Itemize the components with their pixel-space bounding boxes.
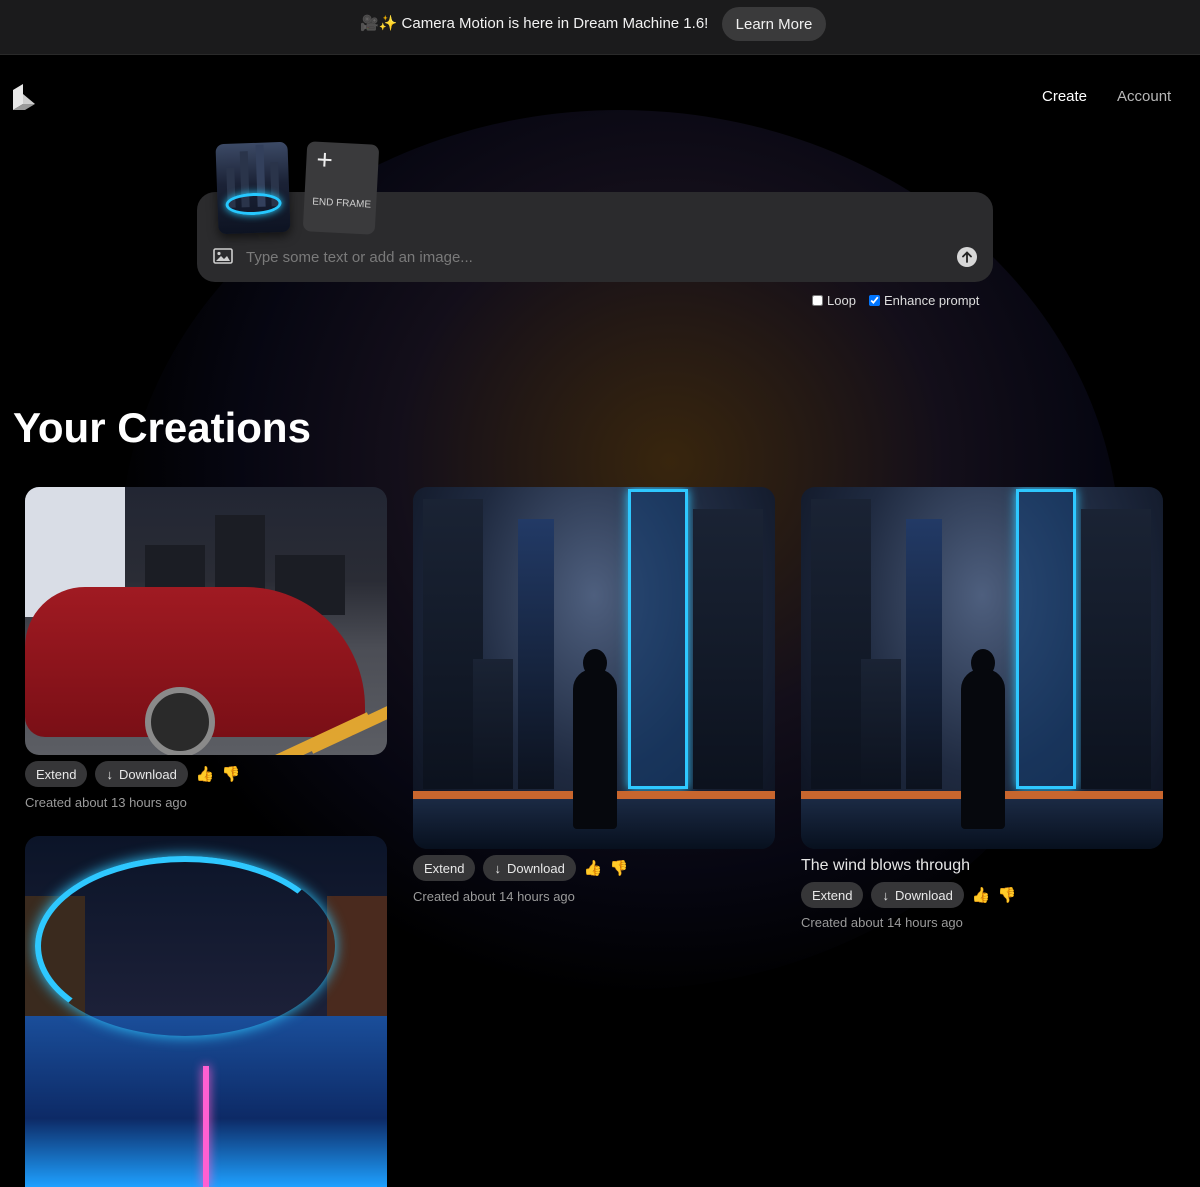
- end-frame-label: END FRAME: [311, 196, 372, 211]
- extend-button[interactable]: Extend: [25, 761, 88, 787]
- loop-label: Loop: [827, 293, 856, 308]
- thumbs-down-icon[interactable]: 👎: [221, 765, 240, 783]
- extend-button[interactable]: Extend: [801, 882, 864, 908]
- download-arrow-icon: ↓: [882, 887, 889, 903]
- thumbs-down-icon[interactable]: 👎: [609, 859, 628, 877]
- banner-text: 🎥✨ Camera Motion is here in Dream Machin…: [360, 15, 709, 32]
- creation-video-2[interactable]: [413, 487, 775, 849]
- thumbs-up-icon[interactable]: 👍: [971, 886, 990, 904]
- download-button[interactable]: ↓ Download: [871, 882, 964, 908]
- plus-icon: +: [315, 143, 334, 176]
- download-label: Download: [506, 860, 565, 876]
- download-button[interactable]: ↓ Download: [483, 855, 576, 881]
- image-icon[interactable]: [213, 248, 233, 264]
- created-time: Created about 14 hours ago: [413, 889, 575, 904]
- creation-video-1[interactable]: [25, 487, 387, 755]
- card-3-actions: Extend ↓ Download 👍 👎: [801, 882, 1016, 908]
- thumbs-down-icon[interactable]: 👎: [997, 886, 1016, 904]
- send-button[interactable]: [957, 247, 977, 267]
- thumbs-up-icon[interactable]: 👍: [583, 859, 602, 877]
- loop-checkbox[interactable]: [812, 295, 823, 306]
- nav-create-link[interactable]: Create: [1042, 88, 1087, 105]
- download-label: Download: [894, 887, 953, 903]
- created-time: Created about 14 hours ago: [801, 915, 963, 930]
- prompt-input[interactable]: [246, 246, 936, 268]
- download-arrow-icon: ↓: [494, 860, 501, 876]
- thumbs-up-icon[interactable]: 👍: [195, 765, 214, 783]
- logo-icon[interactable]: [11, 84, 35, 110]
- enhance-prompt-label: Enhance prompt: [884, 293, 980, 308]
- card-1-actions: Extend ↓ Download 👍 👎: [25, 761, 240, 787]
- extend-button[interactable]: Extend: [413, 855, 476, 881]
- creation-caption: The wind blows through: [801, 857, 970, 874]
- download-button[interactable]: ↓ Download: [95, 761, 188, 787]
- arrow-up-icon: [962, 251, 972, 263]
- enhance-prompt-option[interactable]: Enhance prompt: [869, 293, 979, 308]
- loop-option[interactable]: Loop: [812, 293, 856, 308]
- announcement-banner: 🎥✨ Camera Motion is here in Dream Machin…: [0, 0, 1200, 55]
- end-frame-button[interactable]: + END FRAME: [302, 141, 380, 235]
- learn-more-button[interactable]: Learn More: [722, 7, 826, 41]
- creations-title: Your Creations: [13, 404, 311, 451]
- download-arrow-icon: ↓: [106, 766, 113, 782]
- created-time: Created about 13 hours ago: [25, 795, 187, 810]
- creation-video-4[interactable]: [25, 836, 387, 1187]
- start-frame-thumbnail[interactable]: [215, 141, 291, 235]
- card-2-actions: Extend ↓ Download 👍 👎: [413, 855, 628, 881]
- download-label: Download: [118, 766, 177, 782]
- nav-account-link[interactable]: Account: [1117, 88, 1171, 105]
- creation-video-3[interactable]: [801, 487, 1163, 849]
- enhance-prompt-checkbox[interactable]: [869, 295, 880, 306]
